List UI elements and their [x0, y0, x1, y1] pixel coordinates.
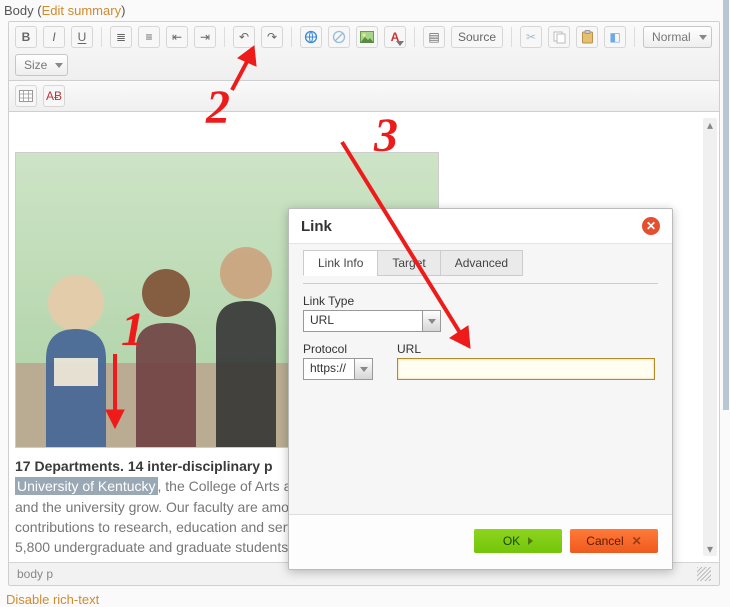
redo-button[interactable]: ↷	[261, 26, 283, 48]
outdent-button[interactable]: ⇤	[166, 26, 188, 48]
dialog-tabs: Link Info Target Advanced	[303, 250, 658, 276]
toolbar-row-1: B I U ≣ ≡ ⇤ ⇥ ↶ ↷ A ▤ Source ✂ ◧	[9, 22, 719, 81]
link-type-label: Link Type	[303, 294, 658, 308]
protocol-value: https://	[303, 358, 355, 380]
source-button[interactable]: Source	[451, 26, 503, 48]
edit-summary-link[interactable]: Edit summary	[42, 3, 121, 18]
scroll-up-icon[interactable]: ▴	[703, 118, 717, 132]
link-dialog: Link ✕ Link Info Target Advanced Link Ty…	[288, 208, 673, 570]
numbered-list-button[interactable]: ≡	[138, 26, 160, 48]
link-button[interactable]	[300, 26, 322, 48]
page-scroll-hint	[723, 0, 729, 410]
ok-button[interactable]: OK	[474, 529, 562, 553]
url-label: URL	[397, 342, 658, 356]
chevron-down-icon[interactable]	[355, 358, 373, 380]
cut-button[interactable]: ✂	[520, 26, 542, 48]
spellcheck-button[interactable]: AɃ	[43, 85, 65, 107]
disable-richtext-link[interactable]: Disable rich-text	[6, 592, 99, 607]
protocol-label: Protocol	[303, 342, 373, 356]
dialog-titlebar[interactable]: Link ✕	[289, 209, 672, 244]
cancel-button[interactable]: Cancel✕	[570, 529, 658, 553]
scroll-down-icon[interactable]: ▾	[703, 542, 717, 556]
tab-link-info[interactable]: Link Info	[303, 250, 378, 276]
close-icon[interactable]: ✕	[642, 217, 660, 235]
resize-grip-icon[interactable]	[697, 567, 711, 581]
bulleted-list-button[interactable]: ≣	[110, 26, 132, 48]
paste-button[interactable]	[576, 26, 598, 48]
disable-richtext-row: Disable rich-text	[6, 592, 724, 607]
field-label: Body (Edit summary)	[0, 0, 730, 21]
undo-button[interactable]: ↶	[233, 26, 255, 48]
underline-button[interactable]: U	[71, 26, 93, 48]
bold-button[interactable]: B	[15, 26, 37, 48]
unlink-button[interactable]	[328, 26, 350, 48]
body-label: Body	[4, 3, 34, 18]
chevron-down-icon[interactable]	[423, 310, 441, 332]
heading-text: 17 Departments. 14 inter-disciplinary p	[15, 458, 273, 474]
size-dropdown[interactable]: Size	[15, 54, 68, 76]
link-type-select[interactable]: URL	[303, 310, 453, 332]
format-dropdown[interactable]: Normal	[643, 26, 712, 48]
dialog-footer: OK Cancel✕	[289, 514, 672, 569]
scrollbar[interactable]: ▴ ▾	[703, 118, 717, 556]
selected-link-text[interactable]: University of Kentucky	[15, 477, 158, 495]
tab-advanced[interactable]: Advanced	[440, 250, 523, 276]
toolbar-row-2: AɃ	[9, 81, 719, 112]
templates-button[interactable]: ▤	[423, 26, 445, 48]
remove-format-button[interactable]: ◧	[604, 26, 626, 48]
path-p[interactable]: p	[46, 567, 53, 581]
tab-target[interactable]: Target	[377, 250, 440, 276]
text-color-button[interactable]: A	[384, 26, 406, 48]
italic-button[interactable]: I	[43, 26, 65, 48]
dialog-title: Link	[301, 218, 332, 235]
image-button[interactable]	[356, 26, 378, 48]
protocol-select[interactable]: https://	[303, 358, 373, 380]
path-body[interactable]: body	[17, 567, 43, 581]
table-button[interactable]	[15, 85, 37, 107]
link-type-value: URL	[303, 310, 423, 332]
indent-button[interactable]: ⇥	[194, 26, 216, 48]
url-input[interactable]	[397, 358, 655, 380]
dialog-body: Link Info Target Advanced Link Type URL …	[289, 244, 672, 514]
copy-button[interactable]	[548, 26, 570, 48]
